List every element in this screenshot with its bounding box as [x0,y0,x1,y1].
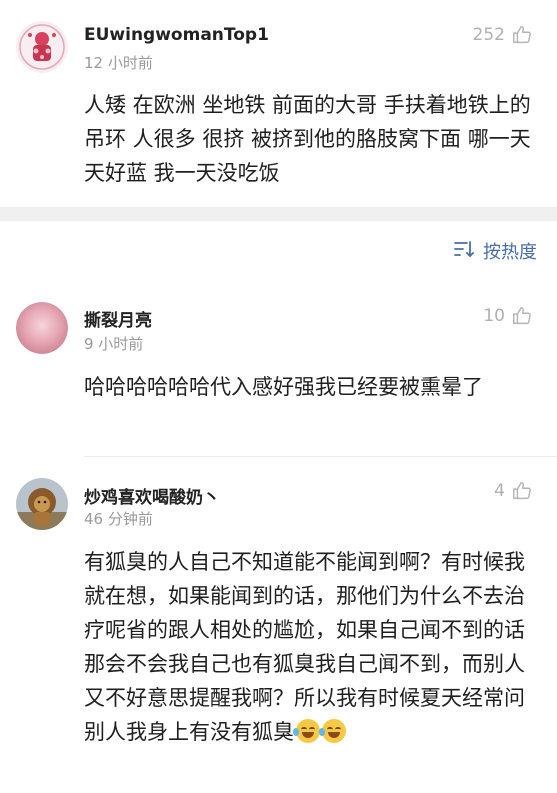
sort-icon [453,239,475,264]
cartoon-avatar-icon[interactable] [16,21,68,73]
thumbs-up-icon [511,24,533,46]
comment-divider [84,456,557,457]
thumbs-up-icon [511,305,533,327]
sort-by-hot-button[interactable]: 按热度 [453,238,537,264]
username[interactable]: 炒鸡喜欢喝酸奶丶 [84,483,220,508]
like-count: 4 [494,481,505,501]
pink-blur-avatar-icon[interactable] [16,302,68,354]
like-button[interactable]: 10 [483,305,533,327]
like-count: 252 [472,25,505,45]
username[interactable]: EUwingwomanTop1 [84,25,269,45]
section-divider [0,207,557,221]
comment-text-content: 有狐臭的人自己不知道能不能闻到啊？有时候我就在想，如果能闻到的话，那他们为什么不… [84,550,525,744]
laughing-tears-emoji-icon [319,719,346,743]
comment-text: 有狐臭的人自己不知道能不能闻到啊？有时候我就在想，如果能闻到的话，那他们为什么不… [84,545,534,749]
thumbs-up-icon [511,480,533,502]
timestamp: 46 分钟前 [84,510,153,528]
like-button[interactable]: 4 [494,480,533,502]
comment-text: 人矮 在欧洲 坐地铁 前面的大哥 手扶着地铁上的吊环 人很多 很挤 被挤到他的胳… [84,93,531,185]
like-button[interactable]: 252 [473,24,533,46]
timestamp: 12 小时前 [84,54,153,72]
like-count: 10 [483,306,505,326]
lion-avatar-icon[interactable] [16,478,68,530]
username[interactable]: 撕裂月亮 [84,306,152,331]
laughing-tears-emoji-icon [293,719,320,743]
sort-label: 按热度 [483,242,537,263]
timestamp: 9 小时前 [84,335,144,353]
comment-text: 哈哈哈哈哈哈代入感好强我已经要被熏晕了 [84,375,483,399]
